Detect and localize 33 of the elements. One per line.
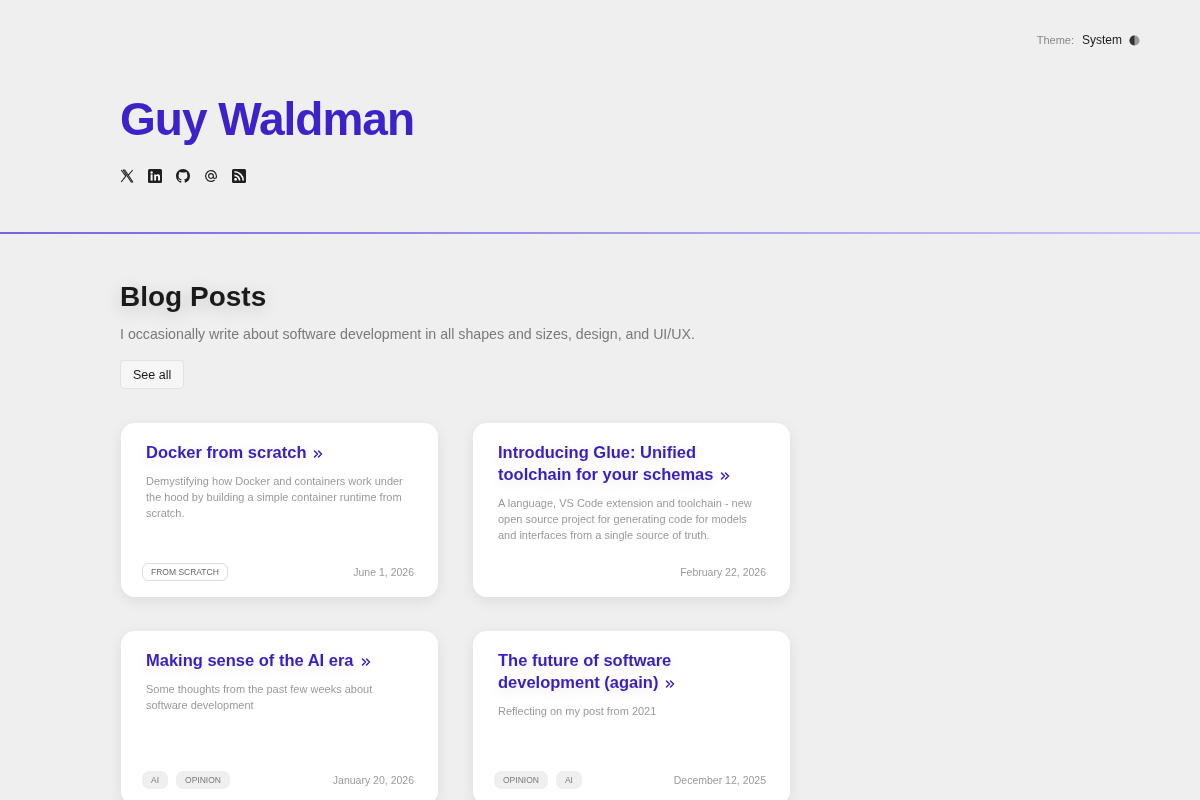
- post-tag[interactable]: OPINION: [494, 771, 548, 789]
- post-title-link[interactable]: Introducing Glue: Unified toolchain for your schemas: [498, 441, 743, 485]
- post-title-link[interactable]: Making sense of the AI era: [146, 649, 391, 671]
- section-description: I occasionally write about software development in all shapes and sizes, design, and UI/UX.: [120, 325, 695, 344]
- site-title: Guy Waldman: [120, 94, 414, 145]
- post-summary: A language, VS Code extension and toolchain - new open source project for generating code for models and interfaces from a single source of truth.: [498, 496, 753, 543]
- theme-selector[interactable]: System: [1082, 33, 1140, 47]
- post-tag[interactable]: AI: [555, 771, 582, 789]
- section-heading: Blog Posts: [120, 280, 267, 314]
- theme-label: Theme:: [1036, 34, 1074, 46]
- post-date: February 22, 2026: [680, 566, 766, 578]
- post-summary: Demystifying how Docker and containers work under the hood by building a simple container runtime from scratch.: [146, 474, 404, 521]
- rss-feed-icon[interactable]: [232, 169, 246, 183]
- post-title-link[interactable]: Docker from scratch: [146, 441, 391, 463]
- post-title-link[interactable]: The future of software development (again): [498, 649, 743, 693]
- double-chevron-icon: [720, 471, 731, 481]
- post-tag[interactable]: FROM SCRATCH: [142, 563, 228, 581]
- at-sign-icon[interactable]: [204, 169, 218, 183]
- double-chevron-icon: [665, 679, 676, 689]
- double-chevron-icon: [360, 657, 371, 667]
- post-tag[interactable]: OPINION: [176, 771, 230, 789]
- post-tag[interactable]: AI: [142, 771, 169, 789]
- see-all-button[interactable]: See all: [120, 360, 185, 389]
- double-chevron-icon: [313, 449, 324, 459]
- half-circle-icon: [1129, 34, 1140, 46]
- x-logo-icon[interactable]: [120, 169, 134, 183]
- post-date: June 1, 2026: [353, 566, 414, 578]
- post-summary: Reflecting on my post from 2021: [498, 704, 658, 719]
- github-logo-icon[interactable]: [176, 169, 190, 183]
- post-date: December 12, 2025: [673, 774, 766, 786]
- post-date: January 20, 2026: [332, 774, 414, 786]
- post-summary: Some thoughts from the past few weeks about software development: [146, 682, 374, 713]
- linkedin-logo-icon[interactable]: [148, 169, 162, 183]
